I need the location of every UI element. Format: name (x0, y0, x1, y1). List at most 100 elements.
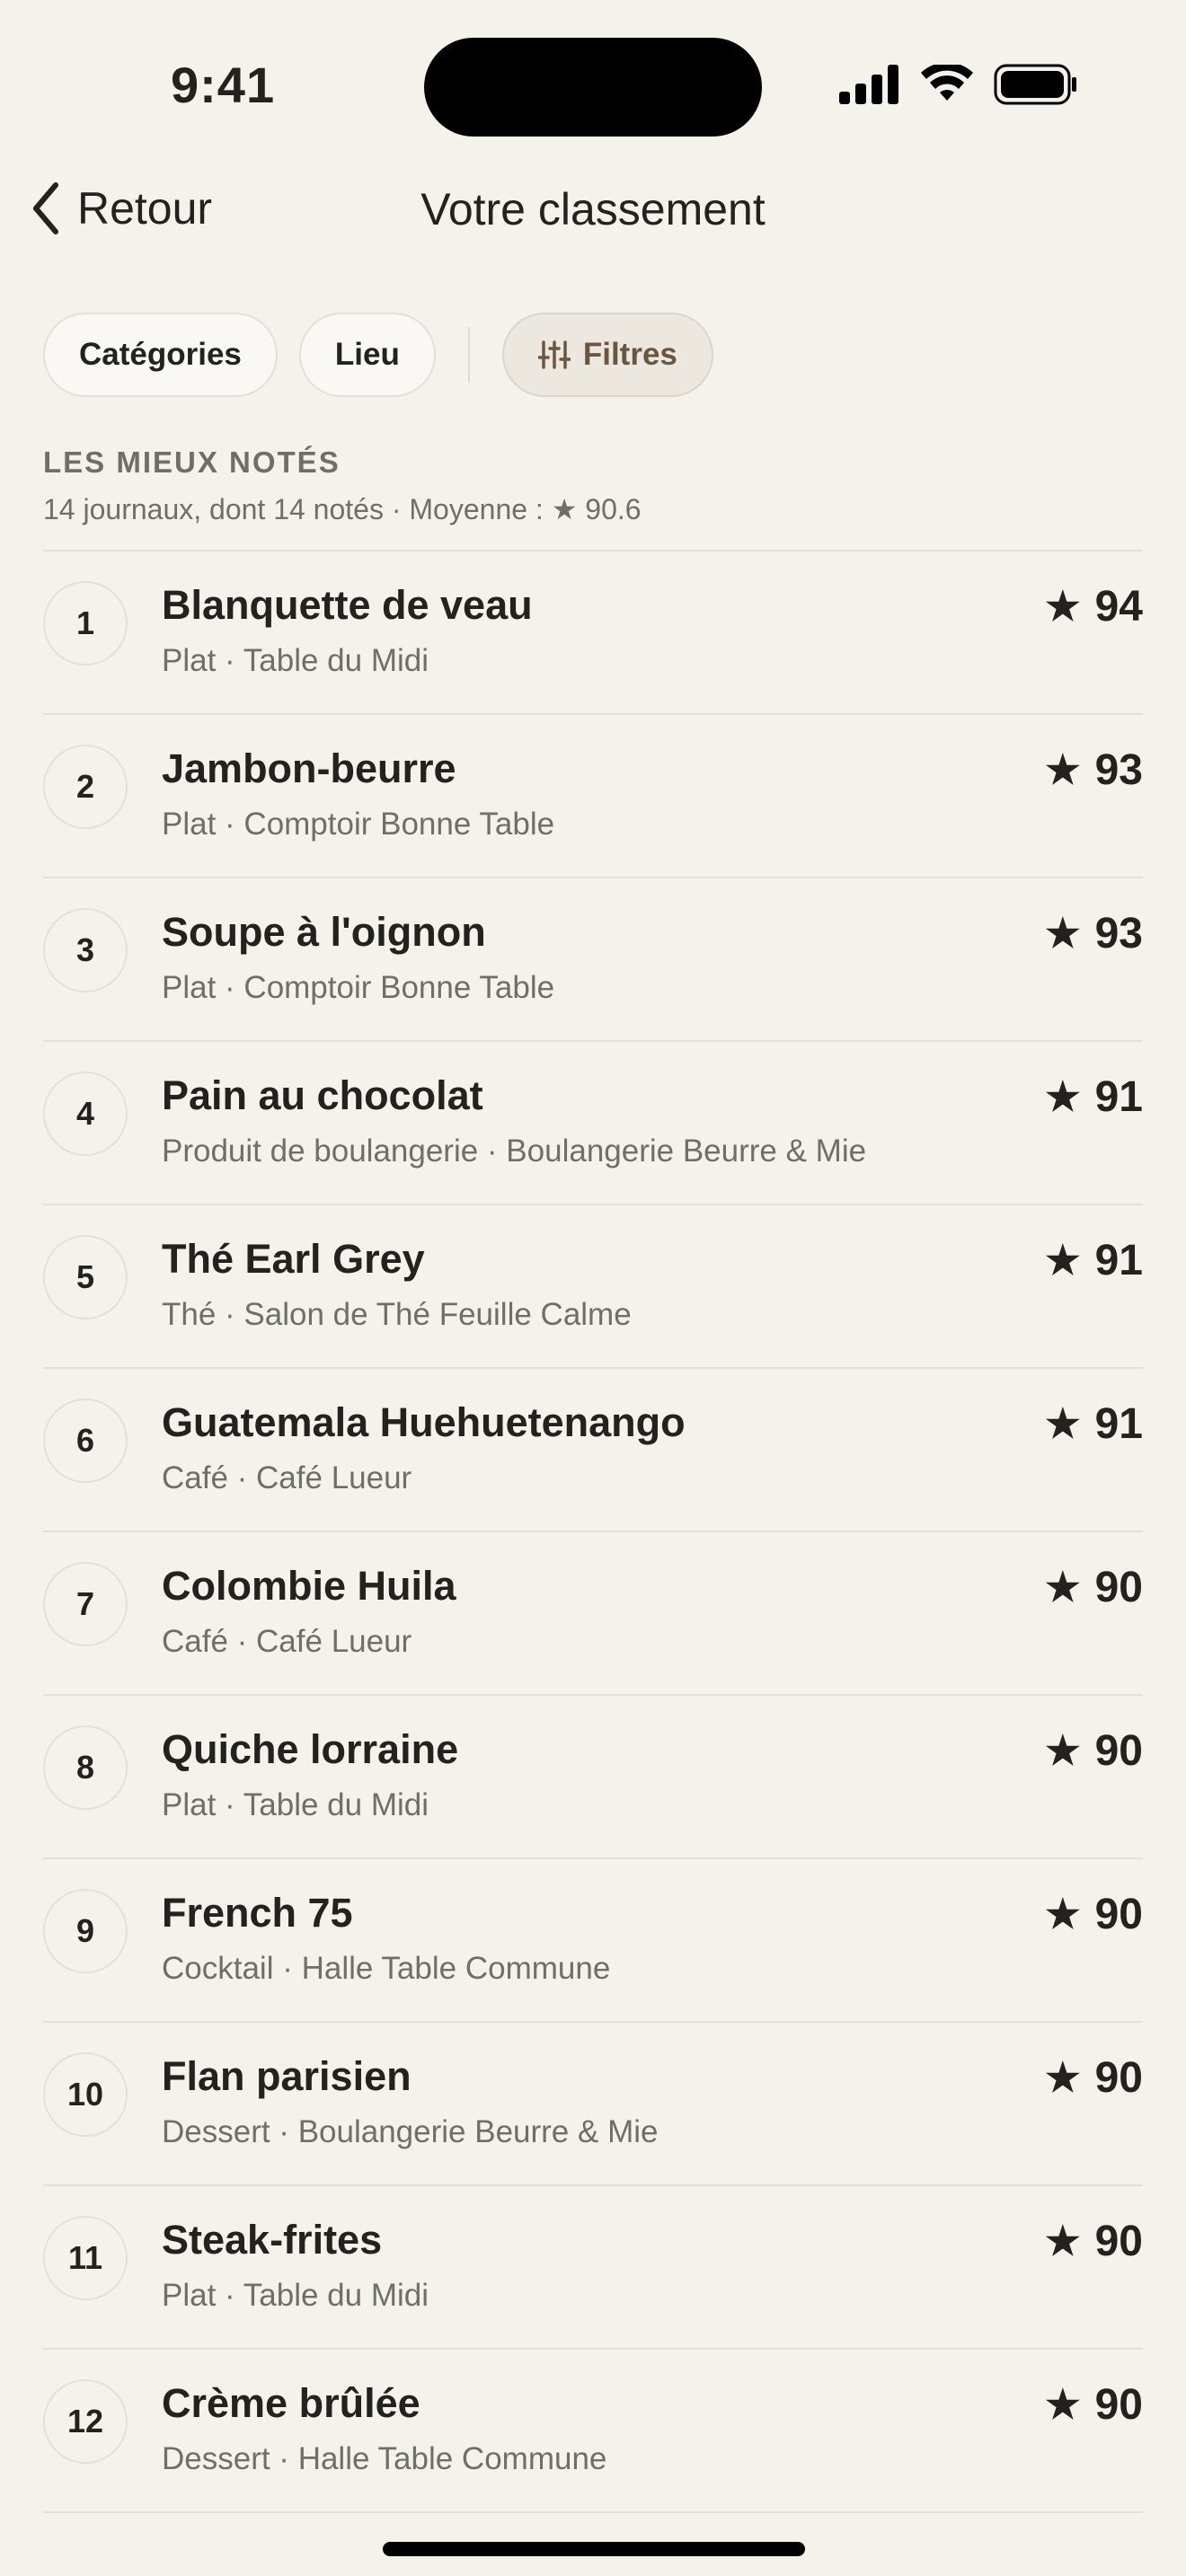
score-value: 93 (1094, 746, 1143, 794)
battery-icon (994, 64, 1076, 105)
item-score: ★ 91 (1045, 1399, 1143, 1449)
navigation-bar: Retour Votre classement (0, 171, 1186, 251)
rank-badge: 8 (43, 1725, 128, 1810)
item-name: Pain au chocolat (162, 1072, 483, 1118)
filters-chip-label: Filtres (582, 337, 677, 372)
item-score: ★ 90 (1045, 1563, 1143, 1612)
star-icon: ★ (1045, 585, 1081, 629)
item-name: Flan parisien (162, 2053, 412, 2099)
status-icons (839, 63, 1078, 106)
list-item[interactable]: 7 Colombie Huila Café · Café Lueur ★ 90 (43, 1532, 1143, 1696)
item-score: ★ 93 (1045, 745, 1143, 795)
list-item[interactable]: 1 Blanquette de veau Plat · Table du Midi ★… (43, 551, 1143, 715)
rank-badge: 11 (43, 2216, 128, 2300)
location-chip[interactable]: Lieu (298, 313, 436, 397)
rank-badge: 12 (43, 2379, 128, 2464)
categories-chip[interactable]: Catégories (43, 313, 278, 397)
score-value: 93 (1094, 910, 1143, 957)
item-meta: Café · Café Lueur (162, 1624, 412, 1659)
list-item[interactable]: 2 Jambon-beurre Plat · Comptoir Bonne Tabl… (43, 715, 1143, 878)
home-indicator (383, 2542, 805, 2556)
score-value: 90 (1094, 1891, 1143, 1938)
score-value: 90 (1094, 2218, 1143, 2265)
item-score: ★ 90 (1045, 1890, 1143, 1939)
star-icon: ★ (1045, 1892, 1081, 1936)
star-icon: ★ (1045, 1075, 1081, 1119)
score-value: 91 (1094, 1073, 1143, 1121)
score-value: 90 (1094, 2054, 1143, 2102)
list-item[interactable]: 8 Quiche lorraine Plat · Table du Midi ★ 90 (43, 1696, 1143, 1859)
item-name: French 75 (162, 1890, 353, 1936)
list-item[interactable]: 11 Steak-frites Plat · Table du Midi ★ 90 (43, 2186, 1143, 2350)
item-meta: Plat · Comptoir Bonne Table (162, 807, 555, 842)
list-item[interactable]: 9 French 75 Cocktail · Halle Table Commune… (43, 1859, 1143, 2023)
item-name: Jambon-beurre (162, 745, 456, 791)
item-name: Steak-frites (162, 2217, 383, 2263)
star-icon: ★ (1045, 1402, 1081, 1446)
star-icon: ★ (1045, 1239, 1081, 1283)
score-value: 90 (1094, 1564, 1143, 1611)
dynamic-island (424, 38, 762, 137)
filter-chips: Catégories Lieu Filtres (43, 313, 713, 397)
rank-badge: 10 (43, 2052, 128, 2137)
sliders-icon (537, 340, 571, 369)
star-icon: ★ (1045, 912, 1081, 956)
rank-badge: 4 (43, 1072, 128, 1156)
score-value: 91 (1094, 1400, 1143, 1448)
list-item[interactable]: 6 Guatemala Huehuetenango Café · Café Lueu… (43, 1369, 1143, 1532)
score-value: 91 (1094, 1237, 1143, 1284)
item-meta: Plat · Comptoir Bonne Table (162, 970, 555, 1005)
score-value: 90 (1094, 1727, 1143, 1775)
item-name: Quiche lorraine (162, 1726, 459, 1772)
item-meta: Produit de boulangerie · Boulangerie Beu… (162, 1134, 867, 1169)
star-icon: ★ (1045, 2219, 1081, 2263)
score-value: 94 (1094, 583, 1143, 631)
item-score: ★ 91 (1045, 1072, 1143, 1122)
page-title: Votre classement (420, 184, 766, 234)
section-summary: 14 journaux, dont 14 notés · Moyenne : ★… (43, 493, 642, 525)
wifi-icon (921, 65, 973, 101)
item-meta: Thé · Salon de Thé Feuille Calme (162, 1297, 632, 1332)
star-icon: ★ (1045, 748, 1081, 792)
item-name: Thé Earl Grey (162, 1236, 425, 1282)
item-score: ★ 93 (1045, 909, 1143, 958)
list-item[interactable]: 4 Pain au chocolat Produit de boulangerie … (43, 1042, 1143, 1205)
item-meta: Plat · Table du Midi (162, 2278, 429, 2313)
rank-badge: 9 (43, 1889, 128, 1973)
item-score: ★ 90 (1045, 2380, 1143, 2430)
item-meta: Dessert · Boulangerie Beurre & Mie (162, 2114, 659, 2149)
star-icon: ★ (1045, 1566, 1081, 1610)
item-score: ★ 91 (1045, 1236, 1143, 1285)
item-score: ★ 90 (1045, 2053, 1143, 2103)
rank-badge: 2 (43, 745, 128, 829)
item-score: ★ 94 (1045, 582, 1143, 631)
rank-badge: 6 (43, 1398, 128, 1483)
list-item[interactable]: 5 Thé Earl Grey Thé · Salon de Thé Feuille… (43, 1205, 1143, 1369)
item-meta: Cocktail · Halle Table Commune (162, 1951, 611, 1986)
score-value: 90 (1094, 2381, 1143, 2429)
star-icon: ★ (1045, 1729, 1081, 1773)
categories-chip-label: Catégories (79, 337, 242, 372)
status-bar: 9:41 (0, 0, 1186, 171)
item-name: Soupe à l'oignon (162, 909, 486, 955)
filters-chip[interactable]: Filtres (501, 313, 713, 397)
item-meta: Plat · Table du Midi (162, 643, 429, 678)
item-meta: Dessert · Halle Table Commune (162, 2441, 607, 2476)
star-icon: ★ (1045, 2383, 1081, 2427)
list-item[interactable]: 10 Flan parisien Dessert · Boulangerie Beu… (43, 2023, 1143, 2186)
rank-badge: 3 (43, 908, 128, 992)
item-score: ★ 90 (1045, 1726, 1143, 1776)
list-item[interactable]: 12 Crème brûlée Dessert · Halle Table Comm… (43, 2350, 1143, 2513)
item-name: Blanquette de veau (162, 582, 533, 628)
item-score: ★ 90 (1045, 2217, 1143, 2266)
status-time: 9:41 (171, 57, 276, 113)
ranked-list: 1 Blanquette de veau Plat · Table du Midi ★… (43, 550, 1143, 2513)
item-name: Crème brûlée (162, 2380, 420, 2426)
rank-badge: 5 (43, 1235, 128, 1319)
item-name: Colombie Huila (162, 1563, 456, 1609)
item-meta: Plat · Table du Midi (162, 1787, 429, 1822)
list-item[interactable]: 3 Soupe à l'oignon Plat · Comptoir Bonne T… (43, 878, 1143, 1042)
cellular-signal-icon (839, 65, 898, 104)
rank-badge: 7 (43, 1562, 128, 1646)
chip-divider (467, 327, 470, 383)
